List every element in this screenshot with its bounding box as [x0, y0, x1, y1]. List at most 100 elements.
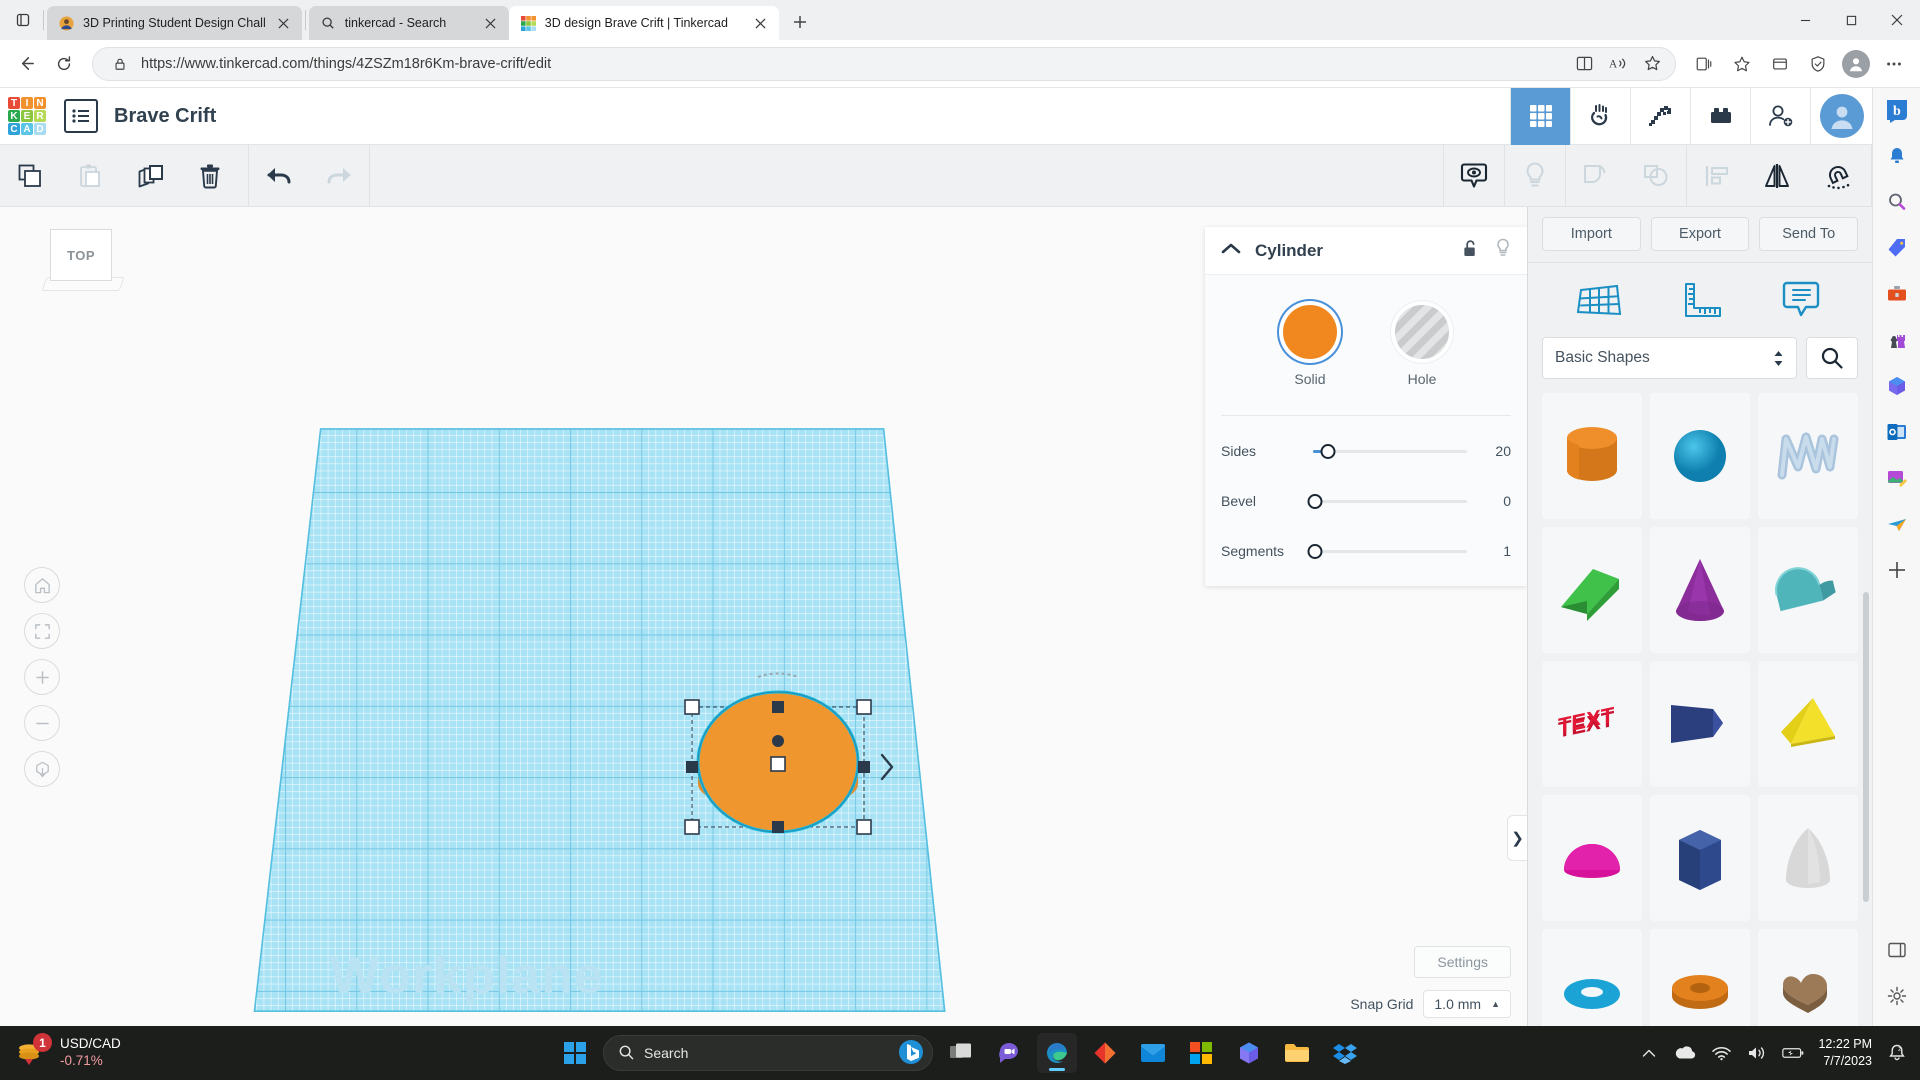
solid-swatch[interactable]: [1283, 305, 1337, 359]
gallery-grid-button[interactable]: [1510, 88, 1570, 145]
star-icon[interactable]: [1639, 51, 1665, 77]
home-view-button[interactable]: [24, 567, 60, 603]
show-hidden-icons[interactable]: [1638, 1042, 1660, 1064]
shape-half-cylinder[interactable]: [1758, 527, 1858, 653]
fit-to-view-button[interactable]: [24, 613, 60, 649]
shape-text[interactable]: TEXTTEXT: [1542, 661, 1642, 787]
ruler-icon[interactable]: [1673, 273, 1727, 327]
segments-slider[interactable]: [1313, 541, 1467, 561]
undo-button[interactable]: [249, 145, 309, 207]
dropbox-button[interactable]: [1325, 1033, 1365, 1073]
selected-cylinder-object[interactable]: [660, 667, 920, 897]
collections-pane-icon[interactable]: [1762, 46, 1798, 82]
task-view-button[interactable]: [941, 1033, 981, 1073]
zoom-in-button[interactable]: [24, 659, 60, 695]
bing-icon[interactable]: [898, 1039, 924, 1068]
light-button[interactable]: [1505, 145, 1565, 207]
mail-button[interactable]: [1133, 1033, 1173, 1073]
minecraft-pickaxe-button[interactable]: [1630, 88, 1690, 145]
sides-slider[interactable]: [1313, 441, 1467, 461]
shape-cone[interactable]: [1650, 527, 1750, 653]
shape-torus[interactable]: [1542, 929, 1642, 1026]
close-icon[interactable]: [481, 13, 501, 33]
back-arrow-icon[interactable]: [8, 46, 44, 82]
shape-dome[interactable]: [1542, 795, 1642, 921]
duplicate-button[interactable]: [120, 145, 180, 207]
panel-collapse-button[interactable]: ❯: [1507, 815, 1527, 861]
more-options-icon[interactable]: [1876, 46, 1912, 82]
segments-value[interactable]: 1: [1467, 543, 1511, 559]
minimize-icon[interactable]: [1782, 0, 1828, 40]
wifi-icon[interactable]: [1710, 1042, 1732, 1064]
new-tab-button[interactable]: [785, 7, 815, 37]
shape-box-arrow[interactable]: [1650, 661, 1750, 787]
tools-toolbox-icon[interactable]: [1881, 278, 1913, 310]
add-sidebar-app-icon[interactable]: [1881, 554, 1913, 586]
copy-button[interactable]: [0, 145, 60, 207]
maximize-icon[interactable]: [1828, 0, 1874, 40]
invite-people-button[interactable]: [1750, 88, 1810, 145]
onedrive-icon[interactable]: [1674, 1042, 1696, 1064]
address-bar[interactable]: https://www.tinkercad.com/things/4ZSZm18…: [92, 47, 1676, 81]
snap-magnet-button[interactable]: [1807, 145, 1871, 207]
browser-tab-1[interactable]: tinkercad - Search: [309, 6, 509, 40]
3d-canvas[interactable]: Workplane: [0, 207, 1527, 1026]
view-cube[interactable]: TOP: [36, 225, 122, 297]
snap-grid-select[interactable]: 1.0 mm ▲: [1423, 990, 1511, 1018]
shape-category-select[interactable]: Basic Shapes: [1542, 337, 1797, 379]
battery-icon[interactable]: [1782, 1042, 1804, 1064]
bevel-slider[interactable]: [1313, 491, 1467, 511]
sidebar-toggle-icon[interactable]: [1881, 934, 1913, 966]
profile-avatar[interactable]: [1838, 46, 1874, 82]
import-button[interactable]: Import: [1542, 217, 1641, 251]
copilot-bing-icon[interactable]: b: [1881, 94, 1913, 126]
office-icon[interactable]: [1881, 370, 1913, 402]
slider-knob[interactable]: [1307, 544, 1322, 559]
shape-roof-wedge[interactable]: [1542, 527, 1642, 653]
chevron-up-icon[interactable]: [1221, 242, 1241, 260]
refresh-icon[interactable]: [46, 46, 82, 82]
games-chess-icon[interactable]: [1881, 324, 1913, 356]
slider-knob[interactable]: [1321, 444, 1336, 459]
teams-chat-button[interactable]: [989, 1033, 1029, 1073]
unlock-icon[interactable]: [1462, 239, 1479, 263]
paste-button[interactable]: [60, 145, 120, 207]
outlook-icon[interactable]: [1881, 416, 1913, 448]
show-hide-button[interactable]: [1444, 145, 1504, 207]
lightbulb-icon[interactable]: [1495, 238, 1511, 263]
solid-mode[interactable]: Solid: [1283, 305, 1337, 387]
tab-actions-button[interactable]: [6, 3, 40, 37]
align-button[interactable]: [1687, 145, 1747, 207]
notification-bell-icon[interactable]: z: [1886, 1042, 1908, 1064]
sidebar-settings-icon[interactable]: [1881, 980, 1913, 1012]
edge-button[interactable]: [1037, 1033, 1077, 1073]
orthographic-toggle-button[interactable]: [24, 751, 60, 787]
sides-value[interactable]: 20: [1467, 443, 1511, 459]
shape-paraboloid[interactable]: [1758, 795, 1858, 921]
close-icon[interactable]: [1874, 0, 1920, 40]
shape-polygon-prism[interactable]: [1650, 795, 1750, 921]
shape-pyramid[interactable]: [1758, 661, 1858, 787]
notifications-bell-icon[interactable]: [1881, 140, 1913, 172]
shape-heart[interactable]: [1758, 929, 1858, 1026]
office-button[interactable]: [1229, 1033, 1269, 1073]
store-button[interactable]: [1181, 1033, 1221, 1073]
close-icon[interactable]: [751, 13, 771, 33]
blocks-hand-button[interactable]: [1570, 88, 1630, 145]
bevel-value[interactable]: 0: [1467, 493, 1511, 509]
shape-sphere[interactable]: [1650, 393, 1750, 519]
favorites-icon[interactable]: [1724, 46, 1760, 82]
delete-button[interactable]: [180, 145, 240, 207]
volume-icon[interactable]: [1746, 1042, 1768, 1064]
app-diamond-button[interactable]: [1085, 1033, 1125, 1073]
tinkercad-logo-icon[interactable]: T I N K E R C A D: [8, 97, 46, 135]
project-menu-button[interactable]: [64, 99, 98, 133]
lego-brick-button[interactable]: [1690, 88, 1750, 145]
read-aloud-icon[interactable]: A: [1605, 51, 1631, 77]
note-callout-icon[interactable]: [1774, 273, 1828, 327]
split-screen-icon[interactable]: [1571, 51, 1597, 77]
page-title[interactable]: Brave Crift: [114, 105, 216, 128]
ungroup-button[interactable]: [1626, 145, 1686, 207]
group-button[interactable]: [1566, 145, 1626, 207]
shape-cylinder[interactable]: [1542, 393, 1642, 519]
